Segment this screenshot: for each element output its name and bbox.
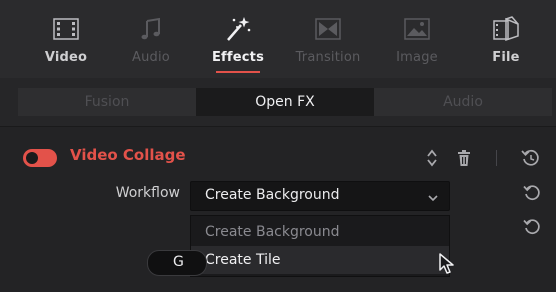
- tab-file-label: File: [492, 50, 520, 65]
- dropdown-option-create-background[interactable]: Create Background: [191, 218, 449, 246]
- tab-image[interactable]: Image: [371, 0, 463, 78]
- mouse-pointer-icon: [438, 253, 456, 279]
- tab-audio-label: Audio: [132, 50, 170, 65]
- reset-parameter-icon[interactable]: [522, 217, 542, 237]
- effect-enable-toggle[interactable]: [23, 149, 57, 167]
- tab-video[interactable]: Video: [20, 0, 112, 78]
- effect-title: Video Collage: [70, 146, 186, 164]
- workflow-select-value: Create Background: [205, 187, 340, 203]
- inspector-tab-bar: Video Audio Effects Transition Image Fil…: [0, 0, 556, 79]
- trash-icon[interactable]: [455, 148, 473, 168]
- segment-audio[interactable]: Audio: [374, 88, 552, 116]
- tab-file[interactable]: File: [460, 0, 552, 78]
- segment-open-fx[interactable]: Open FX: [196, 88, 374, 116]
- effect-category-switch: Fusion Open FX Audio: [0, 78, 556, 126]
- image-icon: [402, 14, 432, 44]
- file-icon: [491, 14, 521, 44]
- effect-panel: Video Collage Workflow Create Background: [0, 126, 556, 292]
- transition-icon: [313, 14, 343, 44]
- partially-hidden-button-label: G: [173, 254, 184, 270]
- magic-wand-icon: [223, 14, 253, 44]
- partially-hidden-button[interactable]: G: [147, 250, 207, 276]
- active-tab-underline: [216, 71, 260, 73]
- reset-workflow-icon[interactable]: [522, 183, 542, 203]
- dropdown-option-create-tile[interactable]: Create Tile: [191, 246, 449, 274]
- tab-image-label: Image: [396, 50, 438, 65]
- tab-audio[interactable]: Audio: [105, 0, 197, 78]
- workflow-label: Workflow: [115, 185, 180, 201]
- tab-effects[interactable]: Effects: [192, 0, 284, 78]
- tab-video-label: Video: [44, 50, 88, 65]
- workflow-dropdown-menu: Create Background Create Tile: [190, 215, 450, 277]
- segment-fusion[interactable]: Fusion: [18, 88, 196, 116]
- header-divider: [496, 150, 497, 166]
- film-icon: [51, 14, 81, 44]
- workflow-select[interactable]: Create Background: [190, 181, 450, 211]
- tab-effects-label: Effects: [211, 50, 265, 65]
- expand-collapse-icon[interactable]: [424, 147, 440, 169]
- toggle-knob: [26, 152, 38, 164]
- tab-transition-label: Transition: [295, 50, 361, 65]
- chevron-down-icon: [427, 189, 439, 208]
- dropdown-option-label: Create Background: [205, 224, 340, 240]
- reset-all-icon[interactable]: [520, 147, 542, 169]
- music-note-icon: [136, 14, 166, 44]
- tab-transition[interactable]: Transition: [282, 0, 374, 78]
